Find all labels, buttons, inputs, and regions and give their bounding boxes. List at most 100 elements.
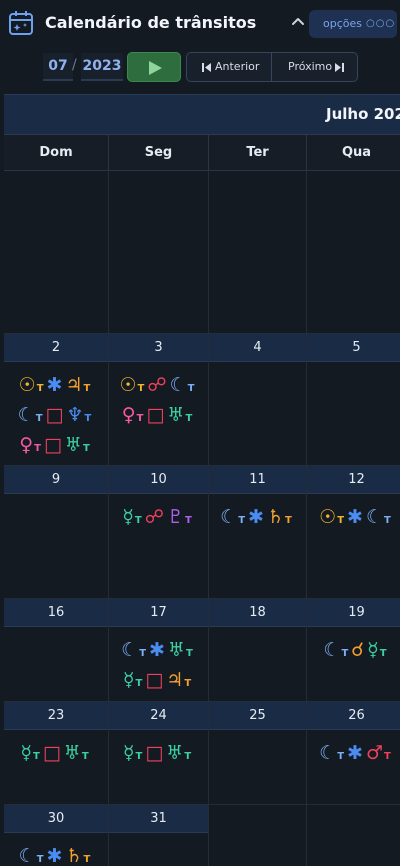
day-cell[interactable]: 5: [307, 334, 400, 466]
day-cell[interactable]: 2 ☉T ✱ ♃T ☾T □ ♆T ♀T □ ♅T: [4, 334, 109, 466]
transit-marker: T: [135, 678, 143, 689]
astro-glyph-icon: ☾: [220, 506, 238, 528]
transit-aspect[interactable]: ☉T ☍ ☾T: [109, 374, 208, 400]
month-input[interactable]: 07: [43, 53, 73, 81]
transit-aspect[interactable]: ☿T □ ♃T: [109, 669, 208, 695]
day-cell[interactable]: 31: [109, 805, 209, 866]
transit-aspect[interactable]: ☾T □ ♆T: [4, 404, 108, 430]
transit-marker: T: [139, 648, 147, 659]
day-number: 31: [109, 805, 208, 833]
day-cell[interactable]: 12 ☉T ✱ ☾T: [307, 466, 400, 599]
day-cell[interactable]: 17 ☾T ✱ ♅T ☿T □ ♃T: [109, 599, 209, 702]
day-cell[interactable]: 16: [4, 599, 109, 702]
year-input[interactable]: 2023: [81, 53, 123, 81]
transit-marker: T: [185, 413, 193, 424]
day-cell[interactable]: 25: [209, 702, 307, 805]
month-title: Julho 2023: [326, 105, 400, 123]
day-number: 11: [209, 466, 306, 494]
previous-label: Anterior: [215, 60, 260, 73]
day-cell[interactable]: 3 ☉T ☍ ☾T ♀T □ ♅T: [109, 334, 209, 466]
day-number: 12: [307, 466, 400, 494]
app-header: Calendário de trânsitos opções ○○○: [0, 0, 400, 48]
transit-aspect[interactable]: ☾T ☌ ☿T: [307, 639, 400, 665]
empty-day-cell: [109, 171, 209, 334]
astro-glyph-icon: □: [43, 434, 62, 456]
day-cell[interactable]: 4: [209, 334, 307, 466]
day-number: 2: [4, 334, 108, 362]
day-number: 17: [109, 599, 208, 627]
astro-glyph-icon: ☾: [17, 404, 35, 426]
transit-marker: T: [36, 383, 44, 394]
day-cell[interactable]: 24 ☿T □ ♅T: [109, 702, 209, 805]
previous-button[interactable]: Anterior: [187, 53, 272, 81]
day-cell[interactable]: 19 ☾T ☌ ☿T: [307, 599, 400, 702]
astro-glyph-icon: ☉: [18, 374, 36, 396]
astro-glyph-icon: ☿: [122, 669, 135, 691]
empty-day-cell: [307, 805, 400, 866]
astro-glyph-icon: ✱: [347, 506, 363, 528]
transit-aspect[interactable]: ☾T ✱ ♂T: [307, 742, 400, 768]
astro-glyph-icon: ✱: [149, 639, 165, 661]
transit-aspect[interactable]: ☉T ✱ ♃T: [4, 374, 108, 400]
empty-day-cell: [209, 171, 307, 334]
day-number: 4: [209, 334, 306, 362]
options-button[interactable]: opções ○○○: [309, 10, 397, 38]
chevron-up-icon[interactable]: [290, 14, 306, 30]
transit-marker: T: [341, 648, 349, 659]
day-number: 3: [109, 334, 208, 362]
transit-aspect[interactable]: ☿T ☍ ♇T: [109, 506, 208, 532]
month-header: Julho 2023: [4, 94, 400, 135]
transit-marker: T: [82, 443, 90, 454]
transit-aspect[interactable]: ☿T □ ♅T: [4, 742, 108, 768]
next-button[interactable]: Próximo: [273, 53, 358, 81]
astro-glyph-icon: ☾: [18, 845, 36, 866]
astro-glyph-icon: ♅: [166, 742, 184, 764]
transit-marker: T: [84, 413, 92, 424]
astro-glyph-icon: ♆: [66, 404, 84, 426]
transit-marker: T: [135, 751, 143, 762]
transit-aspect[interactable]: ☉T ✱ ☾T: [307, 506, 400, 532]
navigation-group: Anterior Próximo: [186, 52, 358, 82]
transit-marker: T: [134, 515, 142, 526]
astro-glyph-icon: ♂: [365, 742, 383, 764]
empty-day-cell: [307, 171, 400, 334]
day-cell[interactable]: 18: [209, 599, 307, 702]
day-cell[interactable]: 10 ☿T ☍ ♇T: [109, 466, 209, 599]
astro-glyph-icon: ✱: [46, 845, 63, 866]
astro-glyph-icon: ♄: [65, 845, 83, 866]
transit-marker: T: [136, 413, 144, 424]
day-cell[interactable]: 11 ☾T ✱ ♄T: [209, 466, 307, 599]
day-cell[interactable]: 26 ☾T ✱ ♂T: [307, 702, 400, 805]
astro-glyph-icon: □: [45, 404, 64, 426]
transit-aspect[interactable]: ♀T □ ♅T: [4, 434, 108, 460]
transit-marker: T: [34, 443, 41, 454]
day-cell[interactable]: 9: [4, 466, 109, 599]
empty-day-cell: [4, 171, 109, 334]
day-cell[interactable]: 30 ☾T ✱ ♄T: [4, 805, 109, 866]
astro-glyph-icon: ☾: [365, 506, 383, 528]
weekday-header: Qua: [307, 135, 400, 171]
day-number: 10: [109, 466, 208, 494]
weekday-header: Seg: [109, 135, 209, 171]
astro-glyph-icon: ✱: [248, 506, 264, 528]
transit-marker: T: [238, 515, 246, 526]
astro-glyph-icon: ☌: [351, 639, 365, 661]
play-button[interactable]: [127, 52, 181, 82]
astro-glyph-icon: ♃: [65, 374, 83, 396]
transit-marker: T: [285, 515, 292, 526]
skip-previous-icon: [202, 63, 211, 72]
astro-glyph-icon: ♄: [266, 506, 284, 528]
day-cell[interactable]: 23 ☿T □ ♅T: [4, 702, 109, 805]
date-separator: /: [72, 57, 77, 73]
astro-glyph-icon: ♅: [167, 404, 185, 426]
transit-marker: T: [184, 751, 192, 762]
astro-glyph-icon: ✱: [46, 374, 63, 396]
transit-marker: T: [384, 515, 391, 526]
transit-aspect[interactable]: ☾T ✱ ♄T: [4, 845, 108, 866]
astro-glyph-icon: ☾: [169, 374, 187, 396]
astro-glyph-icon: ☉: [319, 506, 337, 528]
transit-aspect[interactable]: ☾T ✱ ♄T: [209, 506, 306, 532]
transit-aspect[interactable]: ☿T □ ♅T: [109, 742, 208, 768]
transit-aspect[interactable]: ☾T ✱ ♅T: [109, 639, 208, 665]
transit-aspect[interactable]: ♀T □ ♅T: [109, 404, 208, 430]
